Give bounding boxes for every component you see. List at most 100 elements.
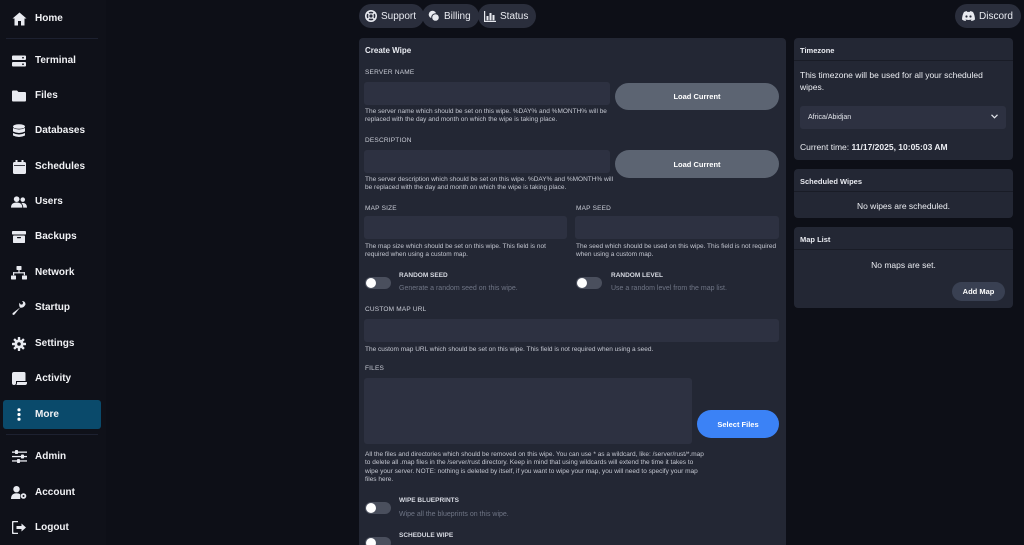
billing-button[interactable]: Billing — [422, 4, 479, 28]
discord-icon — [962, 10, 975, 22]
create-wipe-title: Create Wipe — [365, 46, 412, 55]
create-wipe-panel: Create Wipe SERVER NAME Load Current The… — [359, 38, 786, 545]
wipe-blueprints-desc: Wipe all the blueprints on this wipe. — [399, 511, 509, 518]
calendar-icon — [11, 159, 27, 175]
sidebar-item-label: Network — [35, 267, 75, 278]
card-divider — [794, 249, 1013, 250]
current-time-label: Current time: — [800, 142, 850, 152]
support-label: Support — [381, 10, 417, 22]
sidebar-item-label: Terminal — [35, 55, 76, 66]
random-level-toggle[interactable] — [576, 277, 602, 289]
sidebar-item-more[interactable]: More — [3, 400, 101, 429]
description-input[interactable] — [364, 150, 610, 173]
card-divider — [794, 191, 1013, 192]
sidebar-divider — [6, 38, 98, 39]
sidebar-item-label: Activity — [35, 373, 72, 384]
files-textarea[interactable] — [364, 378, 692, 444]
map-list-empty: No maps are set. — [871, 260, 936, 270]
folder-icon — [11, 88, 27, 104]
sidebar-item-home[interactable]: Home — [3, 4, 101, 33]
support-button[interactable]: Support — [359, 4, 425, 28]
random-level-label: RANDOM LEVEL — [611, 272, 663, 279]
custom-map-url-help: The custom map URL which should be set o… — [365, 346, 654, 353]
sidebar: Home Terminal Files Databases Schedules … — [0, 0, 106, 545]
select-files-button[interactable]: Select Files — [697, 410, 779, 438]
gear-icon — [11, 336, 27, 352]
sidebar-item-databases[interactable]: Databases — [3, 116, 101, 145]
ellipsis-vertical-icon — [11, 407, 27, 423]
toggle-knob — [366, 538, 376, 545]
custom-map-url-input[interactable] — [364, 319, 779, 342]
users-icon — [11, 194, 27, 210]
sidebar-item-label: Users — [35, 196, 63, 207]
scheduled-wipes-empty: No wipes are scheduled. — [856, 201, 951, 211]
home-icon — [11, 11, 27, 27]
wipe-blueprints-toggle[interactable] — [365, 502, 391, 514]
timezone-selected-value: Africa/Abidjan — [808, 114, 852, 121]
sidebar-item-activity[interactable]: Activity — [3, 364, 101, 393]
custom-map-url-label: CUSTOM MAP URL — [365, 306, 427, 313]
scheduled-wipes-title: Scheduled Wipes — [800, 177, 863, 186]
files-help: All the files and directories which shou… — [365, 451, 704, 483]
sidebar-item-label: Files — [35, 90, 58, 101]
terminal-icon — [11, 53, 27, 69]
sidebar-item-label: Schedules — [35, 161, 86, 172]
billing-label: Billing — [444, 10, 471, 22]
wrench-icon — [11, 300, 27, 316]
toggle-knob — [577, 278, 587, 288]
timezone-select[interactable]: Africa/Abidjan — [800, 106, 1006, 129]
map-seed-label: MAP SEED — [576, 205, 612, 212]
discord-button[interactable]: Discord — [955, 4, 1021, 28]
bar-chart-icon — [484, 10, 496, 22]
sidebar-item-label: Logout — [35, 522, 69, 533]
coins-icon — [428, 10, 440, 22]
map-size-input[interactable] — [364, 216, 567, 239]
sidebar-item-logout[interactable]: Logout — [3, 513, 101, 542]
sidebar-item-label: Home — [35, 13, 63, 24]
archive-icon — [11, 229, 27, 245]
sidebar-item-label: Account — [35, 487, 75, 498]
sliders-icon — [11, 449, 27, 465]
files-label: FILES — [365, 365, 385, 372]
timezone-text: This timezone will be used for all your … — [800, 70, 983, 92]
sidebar-item-account[interactable]: Account — [3, 478, 101, 507]
random-seed-toggle[interactable] — [365, 277, 391, 289]
server-name-help: The server name which should be set on t… — [365, 108, 607, 124]
sidebar-divider — [6, 434, 98, 435]
sidebar-item-settings[interactable]: Settings — [3, 329, 101, 358]
sidebar-item-schedules[interactable]: Schedules — [3, 152, 101, 181]
sidebar-item-users[interactable]: Users — [3, 187, 101, 216]
sidebar-item-network[interactable]: Network — [3, 258, 101, 287]
status-button[interactable]: Status — [478, 4, 537, 28]
description-help: The server description which should be s… — [365, 176, 614, 192]
scheduled-wipes-card: Scheduled Wipes No wipes are scheduled. — [794, 169, 1013, 218]
sidebar-item-admin[interactable]: Admin — [3, 442, 101, 471]
card-divider — [794, 60, 1013, 61]
map-size-help: The map size which should be set on this… — [365, 243, 546, 259]
sidebar-item-terminal[interactable]: Terminal — [3, 46, 101, 75]
timezone-title: Timezone — [800, 46, 835, 55]
sidebar-item-files[interactable]: Files — [3, 81, 101, 110]
timezone-card: Timezone This timezone will be used for … — [794, 38, 1013, 160]
server-name-label: SERVER NAME — [365, 69, 415, 76]
random-seed-desc: Generate a random seed on this wipe. — [399, 285, 518, 292]
load-current-server-name-button[interactable]: Load Current — [615, 83, 779, 110]
schedule-wipe-toggle[interactable] — [365, 537, 391, 545]
sidebar-item-startup[interactable]: Startup — [3, 293, 101, 322]
toggle-knob — [366, 503, 376, 513]
network-icon — [11, 265, 27, 281]
random-seed-label: RANDOM SEED — [399, 272, 448, 279]
sidebar-item-label: More — [35, 409, 59, 420]
load-current-description-button[interactable]: Load Current — [615, 150, 779, 178]
description-label: DESCRIPTION — [365, 137, 412, 144]
wipe-blueprints-label: WIPE BLUEPRINTS — [399, 497, 459, 504]
sidebar-item-label: Backups — [35, 231, 77, 242]
random-level-desc: Use a random level from the map list. — [611, 285, 727, 292]
schedule-wipe-label: SCHEDULE WIPE — [399, 532, 454, 539]
chevron-down-icon — [991, 114, 998, 121]
server-name-input[interactable] — [364, 82, 610, 105]
map-seed-input[interactable] — [575, 216, 779, 239]
add-map-button[interactable]: Add Map — [952, 282, 1005, 301]
current-time: Current time: 11/17/2025, 10:05:03 AM — [800, 141, 948, 153]
sidebar-item-backups[interactable]: Backups — [3, 222, 101, 251]
